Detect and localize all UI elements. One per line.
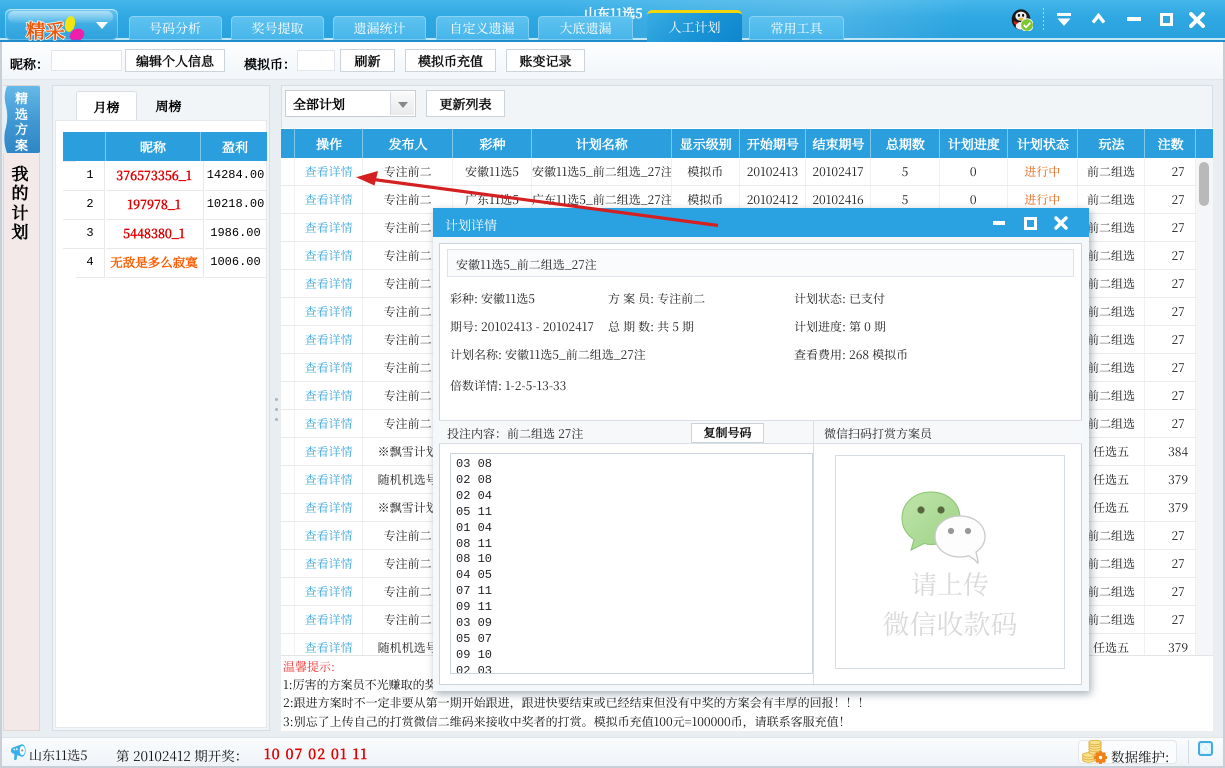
svg-text:精采: 精采 <box>26 16 66 44</box>
